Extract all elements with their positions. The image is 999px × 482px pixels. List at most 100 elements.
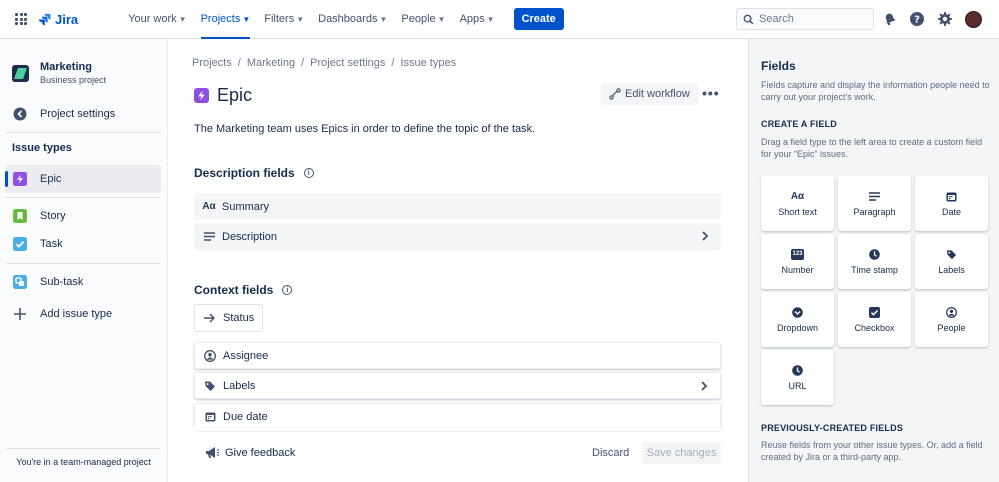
description-fields-heading: Description fields i bbox=[194, 166, 314, 180]
chevron-down-icon: ▼ bbox=[296, 14, 305, 24]
person-icon bbox=[203, 349, 217, 363]
search-icon bbox=[743, 14, 754, 24]
app-switcher-icon[interactable] bbox=[15, 13, 27, 25]
workflow-icon bbox=[609, 88, 621, 100]
previously-created-text: Reuse fields from your other issue types… bbox=[761, 440, 983, 462]
field-type-time-stamp[interactable]: Time stamp bbox=[838, 234, 911, 289]
nav-label: Projects bbox=[200, 13, 241, 25]
sidebar-item-label: Epic bbox=[40, 173, 62, 185]
jira-logo[interactable]: Jira bbox=[38, 12, 78, 27]
page-header: Epic bbox=[194, 85, 252, 106]
more-actions-icon[interactable]: ••• bbox=[702, 85, 720, 101]
back-arrow-icon bbox=[13, 107, 27, 121]
project-header[interactable]: Marketing Business project bbox=[12, 61, 106, 85]
nav-dashboards[interactable]: Dashboards ▼ bbox=[312, 0, 393, 39]
previously-created-heading: PREVIOUSLY-CREATED FIELDS bbox=[761, 423, 904, 433]
context-fields-heading: Context fields i bbox=[194, 283, 293, 297]
clock-icon bbox=[869, 248, 880, 260]
team-managed-note: You're in a team-managed project bbox=[6, 448, 161, 467]
field-summary[interactable]: Aα Summary bbox=[194, 193, 721, 220]
back-to-project-settings[interactable]: Project settings bbox=[6, 100, 161, 128]
project-name: Marketing bbox=[40, 61, 92, 73]
sidebar-item-subtask[interactable]: Sub-task bbox=[6, 268, 161, 296]
settings-gear-icon[interactable] bbox=[937, 11, 953, 27]
field-assignee[interactable]: Assignee bbox=[194, 342, 721, 369]
field-label: Due date bbox=[223, 410, 268, 423]
sidebar-item-epic[interactable]: Epic bbox=[5, 165, 161, 193]
edit-workflow-label: Edit workflow bbox=[625, 88, 690, 100]
field-labels[interactable]: Labels bbox=[194, 372, 721, 399]
add-issue-type-button[interactable]: Add issue type bbox=[6, 300, 161, 328]
jira-app: Jira Your work ▼ Projects ▼ Filters ▼ Dashb… bbox=[0, 0, 999, 482]
help-icon[interactable]: ? bbox=[909, 11, 925, 27]
nav-label: People bbox=[401, 13, 436, 25]
sidebar-item-story[interactable]: Story bbox=[6, 202, 161, 230]
tile-label: Number bbox=[781, 265, 814, 275]
field-type-date[interactable]: Date bbox=[915, 176, 988, 231]
clock-icon bbox=[792, 364, 803, 376]
field-description[interactable]: Description bbox=[194, 223, 721, 250]
breadcrumb-projects[interactable]: Projects bbox=[192, 57, 232, 69]
info-icon[interactable]: i bbox=[282, 285, 293, 295]
tile-label: Date bbox=[941, 207, 961, 217]
field-type-url[interactable]: URL bbox=[761, 350, 834, 405]
field-type-short-text[interactable]: Aα Short text bbox=[761, 176, 834, 231]
field-type-labels[interactable]: Labels bbox=[915, 234, 988, 289]
nav-people[interactable]: People ▼ bbox=[395, 0, 451, 39]
field-type-number[interactable]: 123 Number bbox=[761, 234, 834, 289]
chevron-down-icon: ▼ bbox=[486, 14, 495, 24]
notifications-icon[interactable] bbox=[882, 11, 898, 27]
field-type-people[interactable]: People bbox=[915, 292, 988, 347]
user-avatar[interactable] bbox=[965, 11, 982, 28]
calendar-icon bbox=[203, 410, 217, 424]
breadcrumb: Projects / Marketing / Project settings / I… bbox=[192, 57, 457, 69]
give-feedback-button[interactable]: Give feedback bbox=[204, 446, 295, 460]
field-label: Status bbox=[223, 312, 255, 324]
text-icon: Aα bbox=[202, 201, 216, 212]
section-title: Context fields bbox=[194, 283, 274, 297]
paragraph-icon bbox=[202, 230, 216, 244]
nav-projects[interactable]: Projects ▼ bbox=[195, 0, 257, 39]
nav-label: Dashboards bbox=[318, 13, 378, 25]
tile-label: Short text bbox=[778, 207, 817, 217]
tile-label: People bbox=[937, 323, 966, 333]
field-status[interactable]: Status bbox=[194, 304, 263, 332]
breadcrumb-marketing[interactable]: Marketing bbox=[247, 57, 295, 69]
chevron-down-icon: ▼ bbox=[379, 14, 388, 24]
paragraph-icon bbox=[869, 190, 880, 202]
chevron-down-icon: ▼ bbox=[437, 14, 446, 24]
tile-label: Labels bbox=[938, 265, 965, 275]
sidebar-item-label: Task bbox=[40, 238, 63, 250]
chevron-right-icon[interactable] bbox=[699, 230, 711, 242]
discard-button[interactable]: Discard bbox=[586, 442, 635, 464]
nav-your-work[interactable]: Your work ▼ bbox=[122, 0, 192, 39]
jira-logo-icon bbox=[38, 13, 51, 25]
info-icon[interactable]: i bbox=[303, 168, 314, 178]
breadcrumb-issue-types[interactable]: Issue types bbox=[400, 57, 456, 69]
sidebar-item-label: Sub-task bbox=[40, 276, 84, 288]
nav-filters[interactable]: Filters ▼ bbox=[258, 0, 310, 39]
person-icon bbox=[946, 306, 957, 318]
sidebar-item-task[interactable]: Task bbox=[6, 230, 161, 258]
search-input[interactable] bbox=[759, 13, 869, 25]
task-icon bbox=[13, 237, 27, 251]
create-field-text: Drag a field type to the left area to cr… bbox=[761, 137, 983, 159]
save-changes-button[interactable]: Save changes bbox=[642, 442, 721, 464]
field-label: Assignee bbox=[223, 349, 269, 362]
field-type-checkbox[interactable]: Checkbox bbox=[838, 292, 911, 347]
create-button[interactable]: Create bbox=[513, 8, 564, 30]
chevron-right-icon[interactable] bbox=[698, 380, 710, 392]
edit-workflow-button[interactable]: Edit workflow bbox=[601, 83, 698, 105]
nav-label: Your work bbox=[128, 13, 177, 25]
field-type-dropdown[interactable]: Dropdown bbox=[761, 292, 834, 347]
epic-icon bbox=[194, 88, 209, 103]
nav-apps[interactable]: Apps ▼ bbox=[454, 0, 501, 39]
project-avatar-icon bbox=[12, 64, 29, 82]
project-type: Business project bbox=[40, 75, 107, 85]
breadcrumb-project-settings[interactable]: Project settings bbox=[310, 57, 385, 69]
search-box[interactable] bbox=[736, 8, 874, 30]
nav-label: Filters bbox=[264, 13, 295, 25]
chevron-down-icon: ▼ bbox=[178, 14, 187, 24]
issue-types-heading: Issue types bbox=[12, 142, 72, 154]
field-type-paragraph[interactable]: Paragraph bbox=[838, 176, 911, 231]
